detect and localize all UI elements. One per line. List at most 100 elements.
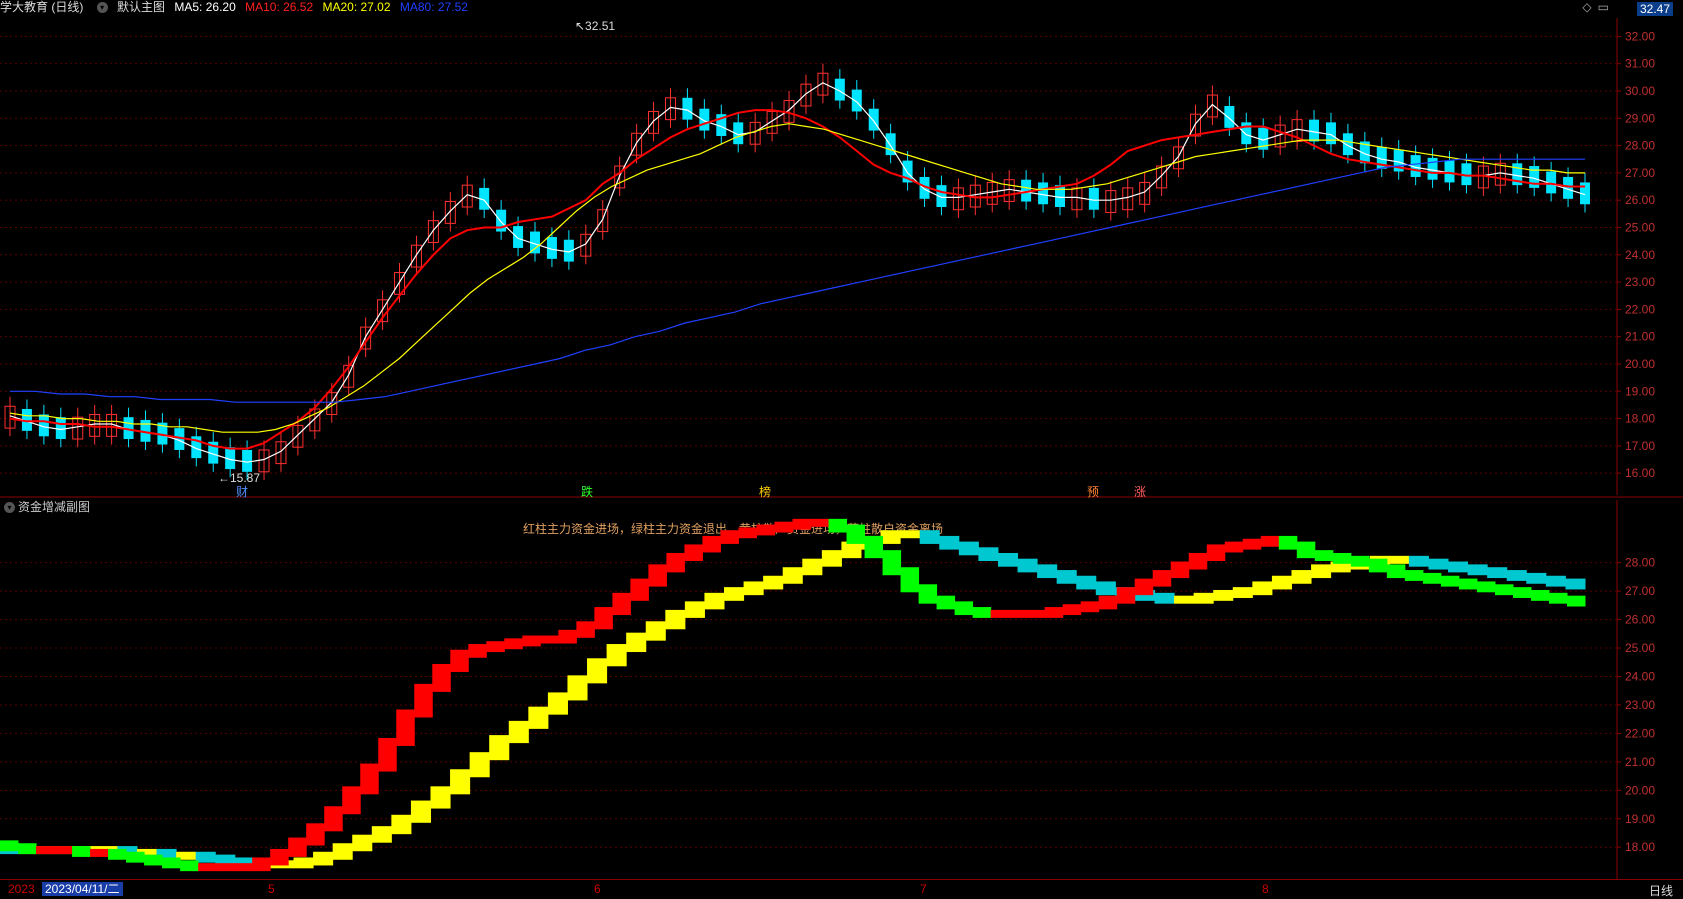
retail-flow-bar: [1232, 587, 1253, 598]
main-flow-bar: [1368, 558, 1388, 573]
y-tick-label: 18.00: [1625, 840, 1655, 854]
main-flow-bar: [1242, 538, 1262, 550]
y-tick-label: 31.00: [1625, 57, 1655, 71]
retail-flow-bar: [528, 706, 549, 729]
retail-flow-bar: [724, 587, 745, 601]
y-tick-label: 26.00: [1625, 613, 1655, 627]
retail-flow-bar: [313, 851, 334, 866]
retail-flow-bar: [939, 535, 960, 550]
main-flow-bar: [864, 535, 884, 559]
main-flow-bar: [810, 518, 830, 527]
date-prefix: 2023: [8, 882, 35, 896]
retail-flow-bar: [958, 541, 979, 556]
main-flow-bar: [882, 550, 902, 576]
retail-flow-bar: [802, 558, 823, 576]
main-flow-bar: [846, 524, 866, 544]
main-flow-bar: [1296, 541, 1316, 559]
y-tick-label: 24.00: [1625, 248, 1655, 262]
main-flow-bar: [1314, 550, 1334, 561]
retail-flow-bar: [1389, 555, 1410, 564]
retail-flow-bar: [1311, 564, 1332, 579]
main-flow-bar: [234, 863, 253, 872]
y-tick-label: 28.00: [1625, 556, 1655, 570]
main-flow-bar: [414, 683, 433, 718]
y-tick-label: 29.00: [1625, 111, 1655, 125]
main-flow-bar: [1548, 592, 1568, 604]
candle-body: [1342, 133, 1353, 156]
main-flow-bar: [1332, 552, 1352, 564]
retail-flow-bar: [1076, 575, 1097, 590]
candle-body: [851, 89, 862, 112]
retail-flow-bar: [743, 581, 764, 596]
retail-flow-bar: [489, 735, 510, 761]
main-flow-bar: [792, 518, 812, 530]
y-tick-label: 27.00: [1625, 166, 1655, 180]
retail-flow-bar: [547, 692, 568, 715]
period-label[interactable]: 日线: [1649, 882, 1673, 899]
ma-line-ma10: [9, 109, 1585, 450]
main-flow-bar: [1476, 581, 1496, 593]
retail-flow-bar: [352, 834, 373, 852]
retail-flow-bar: [1428, 558, 1449, 570]
capital-flow-chart[interactable]: 28.00 27.00 26.00 25.00 24.00 23.00 22.00 21.00…: [0, 500, 1683, 880]
retail-flow-bar: [684, 601, 705, 618]
main-flow-bar: [378, 737, 397, 772]
retail-flow-bar: [1095, 581, 1116, 596]
main-flow-bar: [162, 857, 181, 869]
main-flow-bar: [1026, 609, 1046, 618]
main-flow-bar: [504, 638, 523, 650]
main-flow-bar: [594, 607, 613, 630]
main-flow-bar: [1224, 541, 1244, 553]
candle-body: [1309, 119, 1320, 142]
retail-flow-bar: [997, 552, 1019, 567]
main-flow-bar: [1260, 535, 1280, 547]
retail-flow-bar: [1467, 564, 1488, 576]
main-flow-bar: [270, 848, 289, 866]
retail-flow-bar: [1565, 578, 1586, 590]
main-flow-bar: [1152, 570, 1172, 587]
retail-flow-bar: [391, 814, 412, 835]
event-mark: 预: [1087, 485, 1099, 499]
retail-flow-bar: [508, 720, 529, 744]
retail-flow-bar: [841, 541, 862, 559]
retail-flow-bar: [763, 575, 784, 590]
main-flow-bar: [1278, 535, 1298, 550]
main-flow-bar: [1008, 609, 1028, 618]
y-tick-label: 27.00: [1625, 584, 1655, 598]
main-flow-bar: [918, 584, 938, 604]
main-flow-bar: [216, 863, 235, 872]
main-flow-bar: [720, 530, 739, 544]
month-label: 5: [268, 882, 275, 896]
retail-flow-bar: [1408, 555, 1429, 567]
retail-flow-bar: [1448, 561, 1469, 573]
candle-body: [1325, 122, 1336, 145]
low-annotation: ←15.87: [218, 471, 260, 485]
candle-body: [682, 97, 693, 120]
main-flow-bar: [1458, 578, 1478, 590]
retail-flow-bar: [332, 843, 353, 860]
retail-flow-bar: [704, 592, 725, 610]
main-flow-bar: [648, 564, 667, 587]
main-price-chart[interactable]: 32.00 31.00 30.00 29.00 28.00 27.00 26.00 25.00…: [0, 0, 1683, 500]
main-flow-bar: [90, 848, 109, 857]
main-flow-bar: [126, 851, 145, 863]
retail-flow-bar: [1174, 595, 1195, 604]
candle-body: [1055, 185, 1065, 207]
main-flow-bar: [486, 641, 505, 653]
y-tick-label: 25.00: [1625, 220, 1655, 234]
main-flow-bar: [558, 629, 577, 644]
retail-flow-bar: [1252, 581, 1273, 596]
candle-body: [1038, 182, 1049, 205]
y-tick-label: 22.00: [1625, 726, 1655, 740]
retail-flow-bar: [1056, 570, 1077, 584]
retail-flow-bar: [1526, 572, 1547, 584]
y-tick-label: 18.00: [1625, 412, 1655, 426]
cursor-date: 2023/04/11/二: [42, 882, 123, 896]
retail-flow-bar: [1487, 567, 1508, 579]
y-tick-label: 23.00: [1625, 275, 1655, 289]
candle-body: [1224, 105, 1235, 128]
main-flow-bar: [18, 843, 37, 855]
retail-flow-bar: [1037, 564, 1058, 579]
candle-body: [1427, 157, 1438, 180]
event-mark: 榜: [759, 484, 771, 499]
